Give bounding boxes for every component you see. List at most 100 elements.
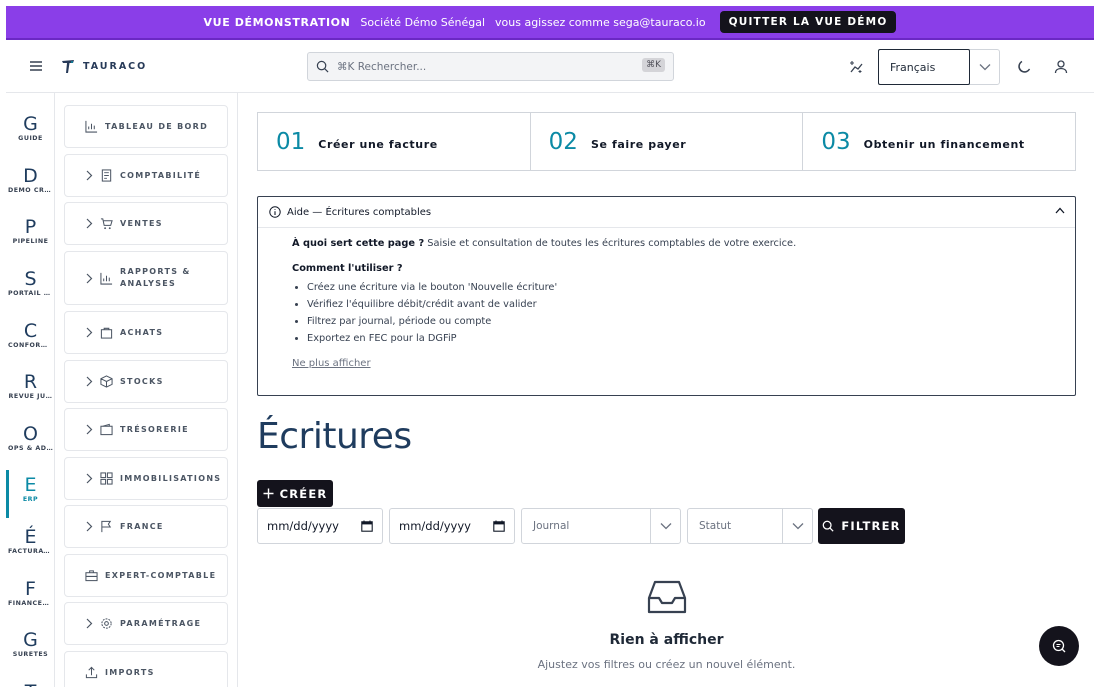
date-from-input[interactable]: mm/dd/yyyy <box>257 508 383 544</box>
flag-icon <box>101 520 112 533</box>
user-icon[interactable] <box>1053 59 1069 75</box>
nav-label-line2: ANALYSES <box>120 279 177 288</box>
step-create-invoice[interactable]: 01 Créer une facture <box>258 113 531 170</box>
quit-demo-button[interactable]: QUITTER LA VUE DÉMO <box>719 11 897 33</box>
rail-caption: SÛRETÉS <box>12 651 49 658</box>
chevron-up-icon[interactable] <box>1055 207 1065 214</box>
step-get-paid[interactable]: 02 Se faire payer <box>531 113 804 170</box>
create-label: CRÉER <box>279 486 328 501</box>
rail-item-portail[interactable]: S PORTAIL V… <box>6 268 55 297</box>
date-to-value: mm/dd/yyyy <box>399 519 471 533</box>
rail-item-suretes[interactable]: G SÛRETÉS <box>6 629 55 658</box>
calendar-icon[interactable] <box>361 520 373 532</box>
nav-comptabilite[interactable]: COMPTABILITÉ <box>64 154 228 197</box>
step-text: Se faire payer <box>590 138 687 151</box>
rail-item-pipeline[interactable]: P PIPELINE <box>6 216 55 245</box>
box-icon <box>100 375 113 388</box>
rail-letter: S <box>24 268 37 290</box>
rail-item-revue[interactable]: R REVUE JU… <box>6 371 55 400</box>
empty-title: Rien à afficher <box>609 632 724 648</box>
help-howto-heading: Comment l'utiliser ? <box>292 263 403 274</box>
status-select[interactable]: Statut <box>687 508 813 544</box>
nav-france[interactable]: FRANCE <box>64 505 228 548</box>
nav-parametrage[interactable]: PARAMÉTRAGE <box>64 602 228 645</box>
help-panel: Aide — Écritures comptables À quoi sert … <box>257 196 1076 396</box>
search-shortcut: ⌘K <box>642 58 665 72</box>
chevron-down-icon <box>660 523 671 530</box>
rail-caption: PIPELINE <box>12 238 49 245</box>
nav-label: IMPORTS <box>105 667 155 677</box>
rail-item-t[interactable]: T <box>6 681 55 687</box>
rail-letter: E <box>24 474 37 496</box>
search-bar[interactable]: ⌘K <box>307 52 674 81</box>
nav-tresorerie[interactable]: TRÉSORERIE <box>64 408 228 451</box>
demo-company: Société Démo Sénégal <box>360 15 486 29</box>
rail-item-facturation[interactable]: É FACTURAT… <box>6 526 55 555</box>
inbox-icon <box>647 580 686 614</box>
chat-button[interactable] <box>1039 626 1079 666</box>
chevron-right-icon <box>86 473 93 484</box>
create-button[interactable]: CRÉER <box>257 480 333 507</box>
rail-item-erp[interactable]: E ERP <box>6 470 55 518</box>
rail-letter: O <box>23 423 38 445</box>
filter-bar: mm/dd/yyyy mm/dd/yyyy Journal Statut FIL… <box>257 508 1076 544</box>
dismiss-help-link[interactable]: Ne plus afficher <box>292 358 371 369</box>
chevron-down-icon <box>979 64 990 71</box>
hamburger-menu-icon[interactable] <box>28 58 44 74</box>
bar-chart-icon <box>100 272 113 285</box>
rail-caption: CONFORM… <box>8 342 55 349</box>
wallet-icon <box>100 423 113 436</box>
date-to-input[interactable]: mm/dd/yyyy <box>389 508 515 544</box>
moon-icon[interactable] <box>1016 59 1032 75</box>
demo-banner: VUE DÉMONSTRATION Société Démo Sénégal v… <box>6 6 1094 40</box>
rail-item-financement[interactable]: F FINANCEM… <box>6 578 55 607</box>
help-body: À quoi sert cette page ? Saisie et consu… <box>258 228 1075 369</box>
nav-label: VENTES <box>120 218 163 228</box>
step-number: 01 <box>276 128 306 155</box>
rail-letter: G <box>23 113 38 135</box>
nav-ventes[interactable]: VENTES <box>64 202 228 245</box>
help-purpose-answer: Saisie et consultation de toutes les écr… <box>424 238 797 249</box>
help-panel-header[interactable]: Aide — Écritures comptables <box>258 197 1075 228</box>
nav-stocks[interactable]: STOCKS <box>64 360 228 403</box>
empty-state: Rien à afficher Ajustez vos filtres ou c… <box>257 578 1076 671</box>
filter-button[interactable]: FILTRER <box>818 508 905 544</box>
rail-letter: C <box>23 320 38 342</box>
nav-tableau-de-bord[interactable]: TABLEAU DE BORD <box>64 105 228 148</box>
calendar-icon[interactable] <box>493 520 505 532</box>
language-select[interactable]: Français <box>878 49 1000 85</box>
sparkle-chart-icon[interactable] <box>849 59 865 75</box>
search-input[interactable] <box>337 60 627 73</box>
step-get-financing[interactable]: 03 Obtenir un financement <box>803 113 1075 170</box>
grid-icon <box>100 472 113 485</box>
rail-letter: É <box>24 526 37 548</box>
chevron-down-icon <box>792 523 803 530</box>
nav-label: ACHATS <box>120 327 164 337</box>
nav-rapports-analyses[interactable]: RAPPORTS & ANALYSES <box>64 251 228 305</box>
rail-item-demo-crud[interactable]: D DÉMO CRUD <box>6 165 55 194</box>
rail-item-conformite[interactable]: C CONFORM… <box>6 320 55 349</box>
plus-icon <box>263 488 274 499</box>
logo[interactable]: TAURACO <box>61 59 147 74</box>
module-rail: G GUIDE D DÉMO CRUD P PIPELINE S PORTAIL V… … <box>6 93 55 687</box>
journal-select[interactable]: Journal <box>521 508 681 544</box>
nav-label: TABLEAU DE BORD <box>105 121 209 131</box>
step-number: 02 <box>548 128 578 155</box>
help-tip: Créez une écriture via le bouton 'Nouvel… <box>307 282 1075 293</box>
rail-caption: OPS & AD… <box>8 445 54 452</box>
nav-immobilisations[interactable]: IMMOBILISATIONS <box>64 457 228 500</box>
rail-item-guide[interactable]: G GUIDE <box>6 113 55 142</box>
nav-imports[interactable]: IMPORTS <box>64 651 228 687</box>
help-tip: Exportez en FEC pour la DGFiP <box>307 333 1075 344</box>
nav-label: PARAMÉTRAGE <box>120 618 202 628</box>
help-purpose: À quoi sert cette page ? Saisie et consu… <box>292 238 1075 249</box>
nav-label: IMMOBILISATIONS <box>120 473 222 483</box>
nav-achats[interactable]: ACHATS <box>64 311 228 354</box>
rail-letter: R <box>23 371 38 393</box>
page-title: Écritures <box>257 416 412 457</box>
cart-icon <box>100 218 113 230</box>
rail-letter: F <box>25 578 36 600</box>
rail-item-ops[interactable]: O OPS & AD… <box>6 423 55 452</box>
chevron-right-icon <box>86 618 93 629</box>
nav-expert-comptable[interactable]: EXPERT-COMPTABLE <box>64 554 228 597</box>
